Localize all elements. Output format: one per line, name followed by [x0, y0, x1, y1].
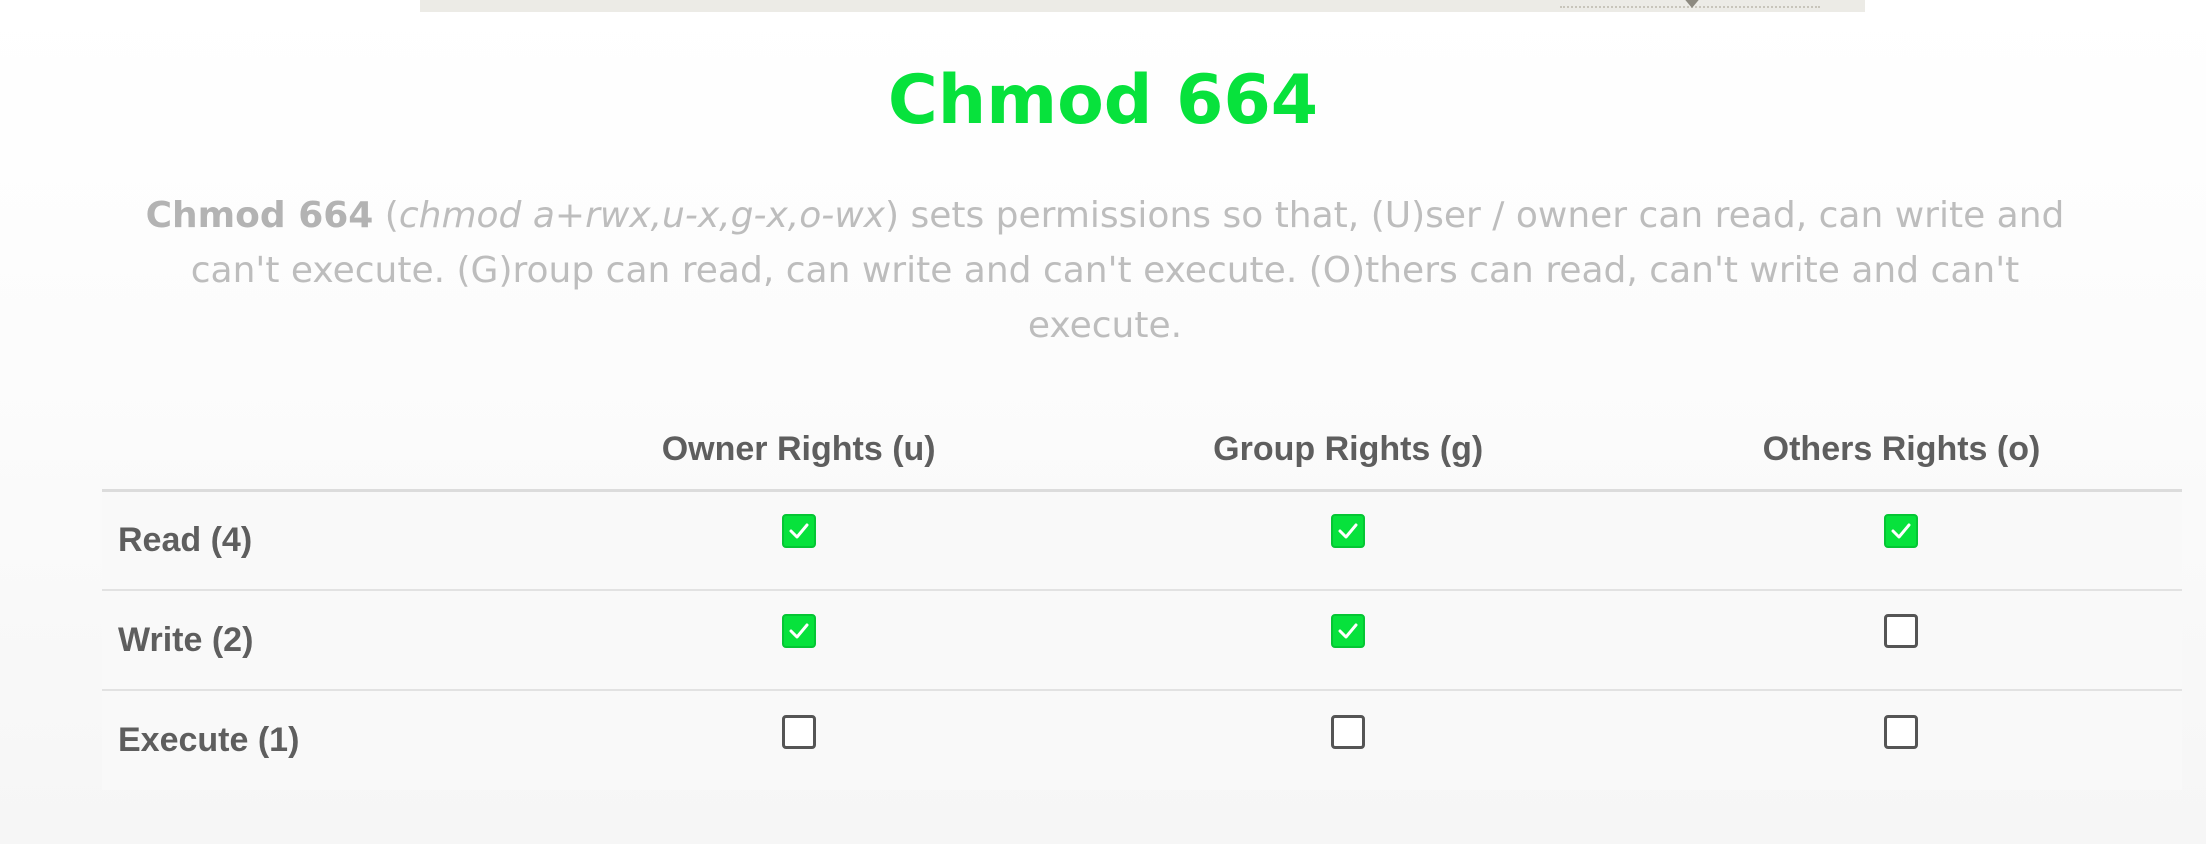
header-group: Group Rights (g)	[1075, 410, 1621, 492]
checkbox-checked-icon	[1338, 523, 1358, 539]
execute-owner-checkbox[interactable]	[781, 714, 816, 749]
description-mode: Chmod 664	[145, 195, 374, 236]
cell-read-owner	[522, 490, 1076, 591]
table-row-execute: Execute (1)	[102, 690, 2182, 790]
page-title: Chmod 664	[887, 61, 1319, 140]
checkbox-checked-icon	[1338, 623, 1358, 639]
checkbox-checked-icon	[1891, 523, 1911, 539]
read-group-checkbox[interactable]	[1331, 514, 1366, 549]
table-header-row: Owner Rights (u) Group Rights (g) Others…	[102, 410, 2182, 492]
cell-read-group	[1075, 490, 1621, 591]
cell-write-group	[1075, 590, 1621, 691]
row-label-write: Write (2)	[102, 590, 522, 691]
cell-read-others	[1620, 490, 2182, 591]
read-owner-checkbox[interactable]	[781, 514, 816, 549]
read-others-checkbox[interactable]	[1884, 514, 1919, 549]
cell-execute-group	[1075, 690, 1621, 790]
cell-execute-owner	[522, 690, 1075, 790]
table-body: Read (4) Write (2) Execute (1)	[102, 490, 2182, 790]
write-group-checkbox[interactable]	[1331, 614, 1366, 648]
banner-arrow-icon	[1682, 0, 1702, 8]
table-row-read: Read (4)	[102, 490, 2182, 591]
checkbox-checked-icon	[789, 623, 809, 639]
execute-group-checkbox[interactable]	[1331, 714, 1366, 749]
permission-description: Chmod 664 (chmod a+rwx,u-x,g-x,o-wx) set…	[130, 188, 2080, 353]
write-owner-checkbox[interactable]	[781, 614, 816, 648]
table-row-write: Write (2)	[102, 590, 2182, 691]
header-others: Others Rights (o)	[1620, 410, 2182, 492]
description-open-paren: (	[373, 195, 399, 236]
header-banner-image	[420, 0, 1865, 12]
permissions-table: Owner Rights (u) Group Rights (g) Others…	[102, 410, 2182, 790]
header-owner: Owner Rights (u)	[522, 410, 1076, 492]
cell-write-owner	[522, 590, 1076, 691]
row-label-execute: Execute (1)	[118, 721, 300, 759]
row-label-read: Read (4)	[102, 490, 522, 591]
cell-execute-others	[1621, 690, 2182, 790]
cell-write-others	[1620, 590, 2182, 691]
write-others-checkbox[interactable]	[1884, 614, 1919, 648]
header-empty	[102, 410, 522, 492]
execute-others-checkbox[interactable]	[1884, 714, 1919, 749]
checkbox-checked-icon	[789, 523, 809, 539]
description-symbolic: chmod a+rwx,u-x,g-x,o-wx	[398, 195, 885, 236]
